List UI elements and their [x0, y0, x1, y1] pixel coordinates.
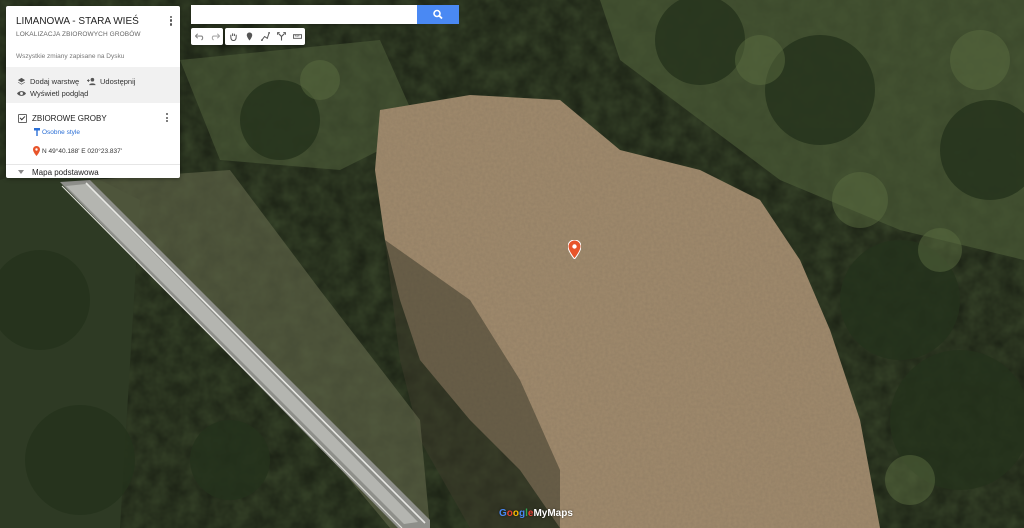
layer-options-icon[interactable] [164, 112, 170, 126]
redo-icon [211, 33, 220, 41]
save-status: Wszystkie zmiany zapisane na Dysku [16, 53, 125, 60]
eye-icon [17, 91, 26, 96]
base-map-toggle[interactable]: Mapa podstawowa [6, 164, 180, 179]
place-marker-icon [33, 146, 40, 156]
preview-label: Wyświetl podgląd [30, 89, 89, 98]
marker-icon [246, 32, 252, 41]
drawing-toolbar [191, 28, 305, 45]
undo-button[interactable] [191, 28, 207, 45]
draw-line-button[interactable] [257, 28, 273, 45]
draw-line-icon [260, 32, 270, 41]
share-label: Udostępnij [100, 77, 136, 86]
add-layer-button[interactable]: Dodaj warstwę [17, 77, 79, 86]
map-title[interactable]: LIMANOWA - STARA WIEŚ [16, 16, 139, 27]
panel-actions: Dodaj warstwę Udostępnij Wyświetl podglą… [6, 67, 180, 103]
add-person-icon [87, 77, 96, 86]
measure-button[interactable] [289, 28, 305, 45]
undo-icon [194, 33, 203, 41]
select-tool-button[interactable] [225, 28, 241, 45]
search-input[interactable] [191, 5, 417, 24]
map-legend-panel: LIMANOWA - STARA WIEŚ LOKALIZACJA ZBIORO… [6, 6, 180, 178]
layer-visibility-checkbox[interactable] [18, 114, 27, 123]
search-button[interactable] [417, 5, 459, 24]
map-subtitle[interactable]: LOKALIZACJA ZBIOROWYCH GROBÓW [16, 31, 141, 38]
map-marker-pin[interactable] [568, 240, 581, 259]
add-marker-button[interactable] [241, 28, 257, 45]
share-button[interactable]: Udostępnij [87, 77, 135, 86]
base-map-label: Mapa podstawowa [32, 168, 99, 177]
google-my-maps-logo: GoogleMyMaps [499, 508, 573, 519]
layer-style-link[interactable]: Osobne style [42, 129, 80, 136]
directions-button[interactable] [273, 28, 289, 45]
layer-name[interactable]: ZBIOROWE GROBY [32, 114, 107, 123]
history-group [191, 28, 223, 45]
layers-icon [17, 77, 26, 85]
map-options-icon[interactable] [168, 14, 174, 28]
tools-group [225, 28, 305, 45]
add-layer-label: Dodaj warstwę [30, 77, 80, 86]
preview-button[interactable]: Wyświetl podgląd [17, 89, 88, 98]
hand-icon [229, 33, 237, 41]
directions-icon [276, 32, 286, 41]
layer-item: ZBIOROWE GROBY Osobne style N 49°40.188'… [6, 104, 180, 164]
place-item[interactable]: N 49°40.188' E 020°23.837' [42, 148, 122, 155]
paint-roller-icon [34, 128, 40, 136]
expand-arrow-icon [18, 170, 24, 174]
redo-button[interactable] [207, 28, 223, 45]
search-icon [433, 9, 443, 20]
measure-icon [292, 34, 302, 39]
